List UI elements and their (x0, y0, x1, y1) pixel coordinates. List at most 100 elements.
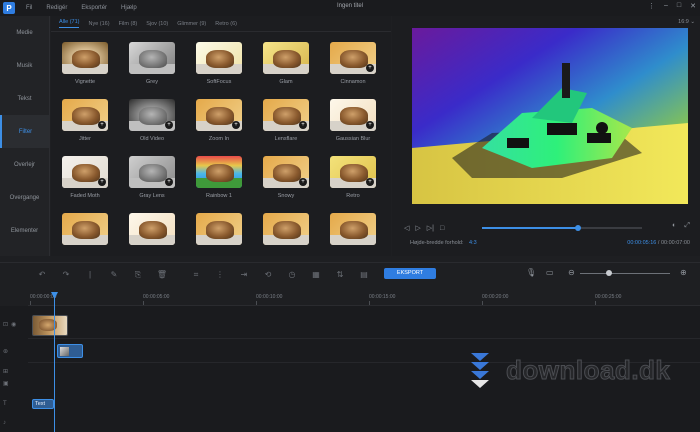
tab-5[interactable]: Retro (6) (215, 21, 237, 27)
menu-help[interactable]: Hjælp (121, 5, 137, 11)
eye-icon[interactable]: ◉ (11, 321, 16, 328)
filter-thumbnail[interactable] (330, 213, 376, 245)
filter-thumbnail[interactable]: + (330, 156, 376, 188)
zoom-handle[interactable] (606, 270, 612, 276)
speed-icon[interactable]: ⇥ (238, 270, 250, 279)
filter-thumbnail[interactable] (129, 213, 175, 245)
filter-clip[interactable] (57, 344, 83, 358)
filter-thumbnail[interactable] (196, 156, 242, 188)
undo-icon[interactable]: ↶ (36, 270, 48, 279)
filter-thumbnail[interactable]: + (129, 156, 175, 188)
add-filter-icon[interactable]: + (98, 121, 106, 129)
step-back-icon[interactable]: ◁ (404, 224, 409, 232)
rotate-icon[interactable]: ⟲ (262, 270, 274, 279)
filter-item[interactable] (258, 213, 314, 268)
filter-item[interactable] (57, 213, 113, 268)
step-forward-icon[interactable]: ▷| (427, 224, 434, 232)
nav-item-0[interactable]: Medie (0, 16, 49, 49)
filter-item[interactable]: Vignette (57, 42, 113, 97)
playhead[interactable] (51, 292, 58, 432)
record-icon[interactable]: ▤ (358, 270, 370, 279)
filter-item[interactable]: + Snowy (258, 156, 314, 211)
filter-item[interactable] (191, 213, 247, 268)
minimize-icon[interactable]: – (664, 2, 668, 10)
redo-icon[interactable]: ↷ (60, 270, 72, 279)
close-icon[interactable]: ✕ (690, 2, 696, 10)
filter-item[interactable]: + Zoom In (191, 99, 247, 154)
add-filter-icon[interactable]: + (98, 178, 106, 186)
tab-0[interactable]: Alle (71) (59, 19, 80, 28)
delete-icon[interactable]: 🗑 (156, 270, 168, 279)
volume-icon[interactable]: ◐ (672, 222, 676, 230)
detach-audio-icon[interactable]: ⇅ (334, 270, 346, 279)
filter-item[interactable]: + Cinnamon (325, 42, 381, 97)
zoom-out-icon[interactable]: ⊖ (568, 268, 575, 277)
export-button[interactable]: EKSPORT (384, 268, 436, 279)
nav-item-4[interactable]: Overlejr (0, 148, 49, 181)
filter-item[interactable] (124, 213, 180, 268)
filter-item[interactable]: + Gaussian Blur (325, 99, 381, 154)
seek-bar[interactable] (482, 225, 642, 231)
filter-thumbnail[interactable]: + (330, 99, 376, 131)
zoom-in-icon[interactable]: ⊕ (680, 268, 687, 277)
ratio-selector[interactable]: 16:9 ⌄ (678, 19, 695, 25)
filter-thumbnail[interactable]: + (62, 99, 108, 131)
filter-item[interactable]: Rainbow 1 (191, 156, 247, 211)
filter-thumbnail[interactable] (196, 213, 242, 245)
filter-item[interactable]: SoftFocus (191, 42, 247, 97)
microphone-icon[interactable]: 🎙 (526, 268, 536, 277)
filter-item[interactable]: + Retro (325, 156, 381, 211)
add-filter-icon[interactable]: + (165, 121, 173, 129)
timeline-ruler[interactable]: 00:00:00:00 00:00:05:00 00:00:10:00 00:00:1… (28, 292, 700, 306)
kebab-icon[interactable]: ⋮ (648, 2, 655, 10)
filter-thumbnail[interactable] (263, 213, 309, 245)
tab-2[interactable]: Film (8) (119, 21, 138, 27)
filter-thumbnail[interactable]: + (330, 42, 376, 74)
filter-item[interactable]: + Jitter (57, 99, 113, 154)
mosaic-icon[interactable]: ▦ (310, 270, 322, 279)
text-clip[interactable]: Text (32, 399, 54, 409)
copy-icon[interactable]: ⎘ (132, 270, 144, 280)
zoom-slider[interactable] (580, 270, 670, 276)
add-filter-icon[interactable]: + (366, 178, 374, 186)
filter-thumbnail[interactable]: + (129, 99, 175, 131)
filter-thumbnail[interactable] (196, 42, 242, 74)
filter-thumbnail[interactable] (129, 42, 175, 74)
nav-item-6[interactable]: Elementer (0, 214, 49, 247)
timer-icon[interactable]: ◷ (286, 270, 298, 279)
maximize-icon[interactable]: □ (677, 2, 681, 10)
filter-item[interactable]: + Old Video (124, 99, 180, 154)
camera-icon[interactable]: ▭ (546, 268, 554, 277)
lock-icon[interactable]: ⊡ (3, 321, 8, 328)
menu-file[interactable]: Fil (26, 5, 32, 11)
tab-4[interactable]: Glimmer (9) (177, 21, 206, 27)
filter-item[interactable]: Grey (124, 42, 180, 97)
filter-item[interactable]: + Gray Lens (124, 156, 180, 211)
nav-item-1[interactable]: Musik (0, 49, 49, 82)
filter-thumbnail[interactable]: + (62, 156, 108, 188)
stop-icon[interactable]: □ (440, 225, 444, 232)
add-filter-icon[interactable]: + (299, 121, 307, 129)
filter-thumbnail[interactable] (62, 213, 108, 245)
nav-item-2[interactable]: Tekst (0, 82, 49, 115)
pencil-icon[interactable]: ✎ (108, 270, 120, 279)
crop-icon[interactable]: ⌗ (190, 270, 202, 280)
aspect-ratio-value[interactable]: 4:3 (469, 240, 477, 246)
filter-item[interactable]: + Faded Moth (57, 156, 113, 211)
seek-handle[interactable] (575, 225, 581, 231)
menu-edit[interactable]: Redigér (46, 5, 67, 11)
add-filter-icon[interactable]: + (232, 121, 240, 129)
split-icon[interactable]: ⋮ (214, 270, 226, 279)
nav-item-5[interactable]: Overgange (0, 181, 49, 214)
play-icon[interactable]: ▷ (415, 224, 420, 232)
video-clip[interactable] (32, 315, 68, 336)
nav-item-3[interactable]: Filter (0, 115, 49, 148)
menu-export[interactable]: Eksportér (81, 5, 107, 11)
filter-thumbnail[interactable]: + (263, 156, 309, 188)
filter-item[interactable] (325, 213, 381, 268)
filter-thumbnail[interactable]: + (196, 99, 242, 131)
filter-item[interactable]: Glam (258, 42, 314, 97)
add-filter-icon[interactable]: + (299, 178, 307, 186)
tab-3[interactable]: Sjov (10) (146, 21, 168, 27)
filter-item[interactable]: + Lensflare (258, 99, 314, 154)
